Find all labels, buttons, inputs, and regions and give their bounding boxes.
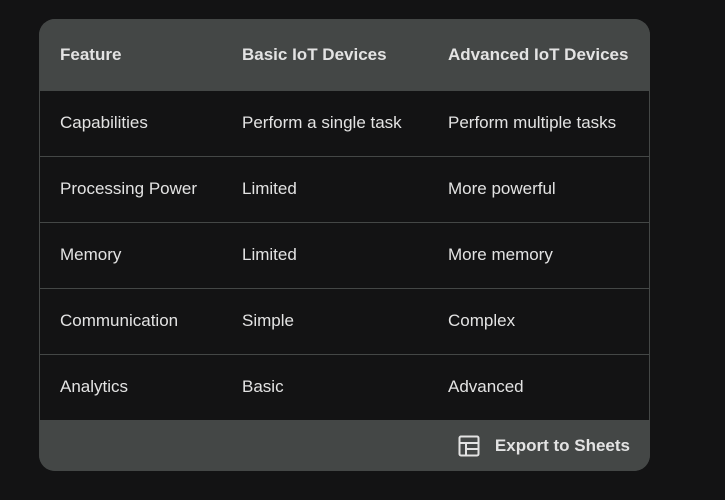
table-cell: More powerful [448, 179, 556, 198]
table-row: Analytics Basic Advanced [39, 354, 650, 420]
table-cell: Limited [242, 245, 297, 264]
export-label: Export to Sheets [494, 435, 630, 455]
sheets-table-icon [458, 435, 480, 456]
table-row: Capabilities Perform a single task Perfo… [39, 91, 650, 156]
table-cell: Analytics [60, 377, 129, 397]
table-cell: Limited [242, 179, 297, 198]
table-cell: Simple [242, 311, 294, 330]
table-row: Communication Simple Complex [39, 288, 650, 354]
table-cell: Processing Power [60, 179, 198, 198]
table-cell: Capabilities [60, 113, 148, 133]
comparison-table-card: Feature Basic IoT Devices Advanced IoT D… [39, 19, 650, 471]
table-cell: Advanced [448, 377, 524, 397]
table-cell: Basic [242, 377, 284, 397]
header-advanced-iot: Advanced IoT Devices [448, 45, 629, 64]
table-header-row: Feature Basic IoT Devices Advanced IoT D… [39, 19, 650, 91]
table-cell: Memory [60, 245, 122, 264]
table-cell: Perform a single task [242, 113, 402, 133]
table-row: Processing Power Limited More powerful [39, 156, 650, 222]
header-basic-iot: Basic IoT Devices [242, 45, 387, 64]
table-cell: Perform multiple tasks [448, 113, 617, 133]
comparison-table: Feature Basic IoT Devices Advanced IoT D… [39, 19, 650, 420]
table-cell: Complex [448, 311, 516, 330]
table-footer: Export to Sheets [39, 420, 650, 471]
table-cell: More memory [448, 245, 553, 264]
export-to-sheets-button[interactable]: Export to Sheets [457, 434, 630, 458]
header-feature: Feature [60, 45, 122, 64]
table-cell: Communication [60, 311, 179, 330]
table-row: Memory Limited More memory [39, 222, 650, 288]
